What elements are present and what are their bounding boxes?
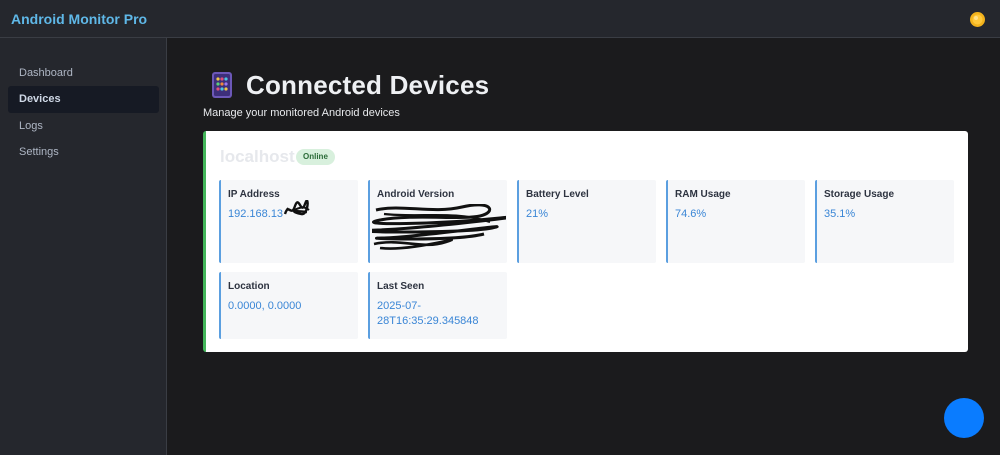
stat-last-seen: Last Seen 2025-07-28T16:35:29.345848 (368, 272, 507, 339)
app-title: Android Monitor Pro (11, 11, 148, 27)
sun-icon[interactable] (969, 11, 986, 28)
stat-battery-level: Battery Level 21% (517, 180, 656, 263)
sidebar-item-logs[interactable]: Logs (8, 113, 159, 140)
sidebar-item-label: Logs (19, 120, 43, 132)
status-badge: Online (296, 149, 335, 165)
stat-android-version: Android Version (368, 180, 507, 263)
stat-value: 35.1% (824, 208, 856, 220)
top-bar: Android Monitor Pro (0, 0, 1000, 38)
sidebar-item-settings[interactable]: Settings (8, 139, 159, 166)
stat-value: 0.0000, 0.0000 (228, 300, 302, 312)
stat-value: 74.6% (675, 208, 707, 220)
page-subtitle: Manage your monitored Android devices (203, 107, 400, 119)
stat-label: IP Address (228, 189, 280, 200)
stat-label: Battery Level (526, 189, 589, 200)
stat-value: 21% (526, 208, 549, 220)
redaction-scribble (372, 204, 506, 250)
stat-location: Location 0.0000, 0.0000 (219, 272, 358, 339)
phone-icon (212, 72, 232, 98)
sidebar-item-label: Settings (19, 146, 59, 158)
sidebar-item-label: Dashboard (19, 67, 73, 79)
stat-label: Storage Usage (824, 189, 895, 200)
sidebar-item-label: Devices (19, 93, 61, 105)
stat-value: 192.168.13 (228, 208, 284, 220)
stat-value: 2025-07-28T16:35:29.345848 (377, 300, 479, 327)
stat-label: Android Version (377, 189, 455, 200)
device-name: localhost (220, 147, 295, 166)
page-title: Connected Devices (246, 70, 490, 100)
stat-label: Last Seen (377, 281, 425, 292)
main-content: Connected Devices Manage your monitored … (168, 39, 1000, 455)
stat-ip-address: IP Address 192.168.13 (219, 180, 358, 263)
stat-label: Location (228, 281, 270, 292)
sidebar-item-dashboard[interactable]: Dashboard (8, 60, 159, 87)
stat-label: RAM Usage (675, 189, 731, 200)
floating-action-button[interactable] (944, 398, 984, 438)
stat-ram-usage: RAM Usage 74.6% (666, 180, 805, 263)
stat-storage-usage: Storage Usage 35.1% (815, 180, 954, 263)
sidebar-item-devices[interactable]: Devices (8, 86, 159, 113)
device-card[interactable]: localhost Online IP Address 192.168.13 A… (203, 131, 968, 352)
sidebar: Dashboard Devices Logs Settings (0, 38, 167, 455)
